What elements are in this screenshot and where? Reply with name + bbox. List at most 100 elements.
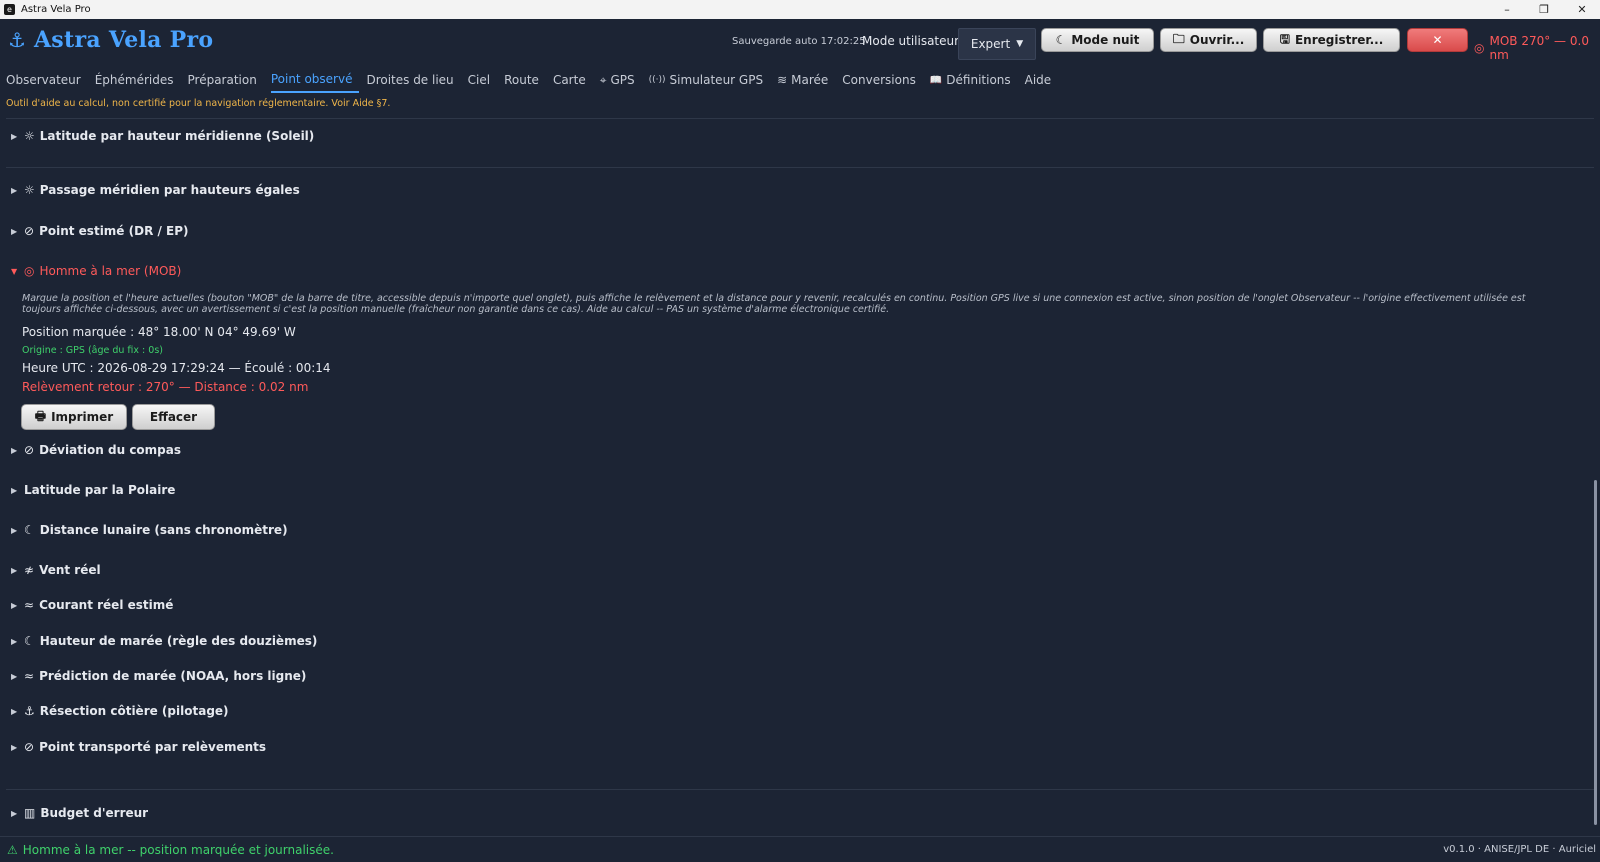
moon-icon: ☾ (24, 523, 35, 537)
printer-icon: 🖶 (34, 408, 47, 423)
tab-maree[interactable]: ≋ Marée (777, 70, 835, 93)
mob-indicator[interactable]: ◎ MOB 270° — 0.0 nm (1474, 34, 1600, 62)
section-title: Courant réel estimé (39, 598, 174, 612)
expand-arrow-icon: ▶ (11, 525, 18, 535)
sun-icon: ☼ (24, 129, 35, 143)
section-vent-reel[interactable]: ▶ ≉ Vent réel (11, 563, 101, 577)
collapse-arrow-icon: ▼ (11, 266, 18, 276)
section-title: Distance lunaire (sans chronomètre) (39, 523, 288, 537)
section-title: Passage méridien par hauteurs égales (39, 183, 300, 197)
close-mob-button[interactable]: ✕ (1407, 28, 1468, 52)
tab-definitions[interactable]: 📖 Définitions (930, 70, 1018, 93)
night-mode-button[interactable]: ☾ Mode nuit (1041, 28, 1154, 52)
tab-preparation[interactable]: Préparation (188, 70, 264, 93)
divider (6, 167, 1594, 168)
expand-arrow-icon: ▶ (11, 185, 18, 195)
section-title: Vent réel (39, 563, 101, 577)
tab-simulateur-gps[interactable]: ((·)) Simulateur GPS (649, 70, 770, 93)
night-mode-label: Mode nuit (1071, 33, 1140, 47)
window-titlebar: e Astra Vela Pro – ❐ ✕ (0, 0, 1600, 19)
expand-arrow-icon: ▶ (11, 808, 18, 818)
target-icon: ◎ (24, 264, 35, 278)
tab-point-observe[interactable]: Point observé (270, 70, 360, 93)
section-point-transporte[interactable]: ▶ ⊘ Point transporté par relèvements (11, 740, 266, 754)
folder-icon: 🗀 (1172, 31, 1185, 46)
anchor-icon: ⚓ (8, 28, 26, 52)
compass-icon: ⊘ (24, 224, 35, 238)
gps-icon: ⌖ (599, 72, 607, 87)
tab-observateur[interactable]: Observateur (6, 70, 88, 93)
print-button[interactable]: 🖶 Imprimer (21, 404, 127, 430)
section-point-estime[interactable]: ▶ ⊘ Point estimé (DR / EP) (11, 224, 189, 238)
clear-button[interactable]: Effacer (132, 404, 215, 430)
scrollbar-thumb[interactable] (1594, 480, 1597, 825)
save-button[interactable]: 🖫 Enregistrer... (1263, 28, 1400, 52)
section-latitude-meridienne[interactable]: ▶ ☼ Latitude par hauteur méridienne (Sol… (11, 129, 314, 143)
user-mode-value: Expert (970, 37, 1011, 51)
user-mode-label: Mode utilisateur : (862, 34, 967, 48)
save-label: Enregistrer... (1294, 33, 1384, 47)
section-title: Point transporté par relèvements (39, 740, 267, 754)
save-icon: 🖫 (1279, 31, 1290, 46)
mob-panel: Marque la position et l'heure actuelles … (21, 293, 1562, 430)
open-button[interactable]: 🗀 Ouvrir... (1160, 28, 1257, 52)
minimize-button[interactable]: – (1490, 0, 1524, 19)
tab-conversions[interactable]: Conversions (842, 70, 923, 93)
section-title: Homme à la mer (MOB) (39, 264, 182, 278)
section-title: Budget d'erreur (40, 806, 149, 820)
section-title: Déviation du compas (39, 443, 182, 457)
tab-ephemerides[interactable]: Éphémérides (95, 70, 181, 93)
moon-icon: ☾ (24, 634, 35, 648)
section-budget-erreur[interactable]: ▶ ▥ Budget d'erreur (11, 806, 148, 820)
divider (6, 118, 1594, 119)
section-title: Point estimé (DR / EP) (39, 224, 189, 238)
tab-route[interactable]: Route (504, 70, 546, 93)
waves-icon: ≈ (24, 669, 35, 683)
user-mode-select[interactable]: Expert ▼ (958, 28, 1036, 60)
app-name: Astra Vela Pro (33, 27, 214, 53)
window-close-button[interactable]: ✕ (1565, 0, 1599, 19)
tab-carte[interactable]: Carte (553, 70, 593, 93)
section-latitude-polaire[interactable]: ▶ Latitude par la Polaire (11, 483, 175, 497)
chart-icon: ▥ (24, 806, 36, 820)
expand-arrow-icon: ▶ (11, 671, 18, 681)
autosave-status: Sauvegarde auto 17:02:25 (732, 36, 866, 47)
target-icon: ◎ (1474, 41, 1485, 55)
expand-arrow-icon: ▶ (11, 485, 18, 495)
status-text: Homme à la mer -- position marquée et jo… (22, 843, 334, 857)
divider (6, 789, 1594, 790)
tab-ciel[interactable]: Ciel (468, 70, 497, 93)
tab-droites-de-lieu[interactable]: Droites de lieu (366, 70, 460, 93)
waves-icon: ≋ (777, 73, 788, 87)
section-title: Hauteur de marée (règle des douzièmes) (39, 634, 318, 648)
section-deviation-compas[interactable]: ▶ ⊘ Déviation du compas (11, 443, 181, 457)
open-label: Ouvrir... (1189, 33, 1245, 47)
section-homme-a-la-mer[interactable]: ▼ ◎ Homme à la mer (MOB) (11, 264, 181, 278)
wind-icon: ≉ (24, 563, 35, 577)
section-passage-meridien[interactable]: ▶ ☼ Passage méridien par hauteurs égales (11, 183, 300, 197)
expand-arrow-icon: ▶ (11, 636, 18, 646)
anchor-icon: ⚓ (24, 704, 35, 718)
section-courant-reel[interactable]: ▶ ≈ Courant réel estimé (11, 598, 173, 612)
expand-arrow-icon: ▶ (11, 445, 18, 455)
tab-aide[interactable]: Aide (1025, 70, 1059, 93)
section-resection-cotiere[interactable]: ▶ ⚓ Résection côtière (pilotage) (11, 704, 229, 718)
expand-arrow-icon: ▶ (11, 742, 18, 752)
tab-gps[interactable]: ⌖ GPS (600, 70, 642, 93)
moon-icon: ☾ (1055, 33, 1067, 47)
section-distance-lunaire[interactable]: ▶ ☾ Distance lunaire (sans chronomètre) (11, 523, 288, 537)
section-title: Résection côtière (pilotage) (39, 704, 229, 718)
mob-indicator-text: MOB 270° — 0.0 nm (1489, 34, 1589, 62)
version-info: v0.1.0 · ANISE/JPL DE · Auriciel (1443, 844, 1596, 855)
compass-icon: ⊘ (24, 740, 35, 754)
section-hauteur-maree[interactable]: ▶ ☾ Hauteur de marée (règle des douzième… (11, 634, 317, 648)
signal-icon: ((·)) (648, 75, 666, 85)
expand-arrow-icon: ▶ (11, 131, 18, 141)
section-prediction-maree[interactable]: ▶ ≈ Prédiction de marée (NOAA, hors lign… (11, 669, 306, 683)
compass-icon: ⊘ (24, 443, 35, 457)
app-icon: e (4, 4, 15, 15)
expand-arrow-icon: ▶ (11, 226, 18, 236)
restore-button[interactable]: ❐ (1527, 0, 1561, 19)
sun-icon: ☼ (24, 183, 35, 197)
section-title: Latitude par hauteur méridienne (Soleil) (39, 129, 315, 143)
